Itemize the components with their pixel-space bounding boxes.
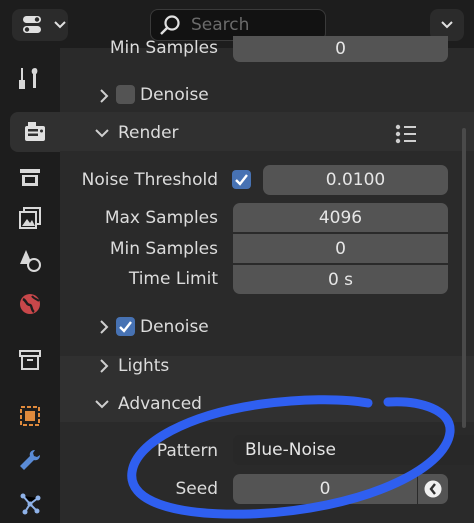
nodes-icon [20, 493, 41, 515]
min-samples-value: 0 [335, 238, 346, 259]
pattern-dropdown[interactable]: Blue-Noise [233, 435, 474, 465]
object-square-icon [20, 406, 40, 426]
min-samples-label: Min Samples [109, 239, 218, 259]
noise-threshold-label: Noise Threshold [81, 170, 218, 190]
seed-label: Seed [175, 479, 219, 499]
render-subpanel-title: Render [118, 123, 179, 143]
output-tab[interactable] [8, 156, 52, 196]
viewport-min-samples-value: 0 [335, 39, 346, 59]
image-stack-icon [19, 207, 41, 229]
chevron-down-icon [95, 129, 109, 138]
viewport-denoise-label: Denoise [140, 85, 209, 105]
seed-field[interactable]: 0 [233, 474, 417, 504]
world-tab[interactable] [8, 284, 52, 324]
search-icon [160, 15, 180, 35]
properties-editor-icon [23, 16, 41, 33]
viewport-min-samples-label: Min Samples [109, 38, 218, 58]
render-subpanel-header[interactable]: Render [60, 115, 474, 151]
advanced-subpanel-header[interactable]: Advanced [60, 386, 474, 422]
time-limit-field[interactable]: 0 s [233, 265, 448, 294]
render-tab[interactable] [10, 112, 60, 152]
chevron-right-icon[interactable] [98, 319, 110, 335]
max-samples-field[interactable]: 4096 [233, 203, 448, 232]
noise-threshold-field[interactable]: 0.0100 [263, 165, 448, 195]
viewport-min-samples-field[interactable]: 0 [233, 36, 448, 62]
render-denoise-checkbox[interactable] [116, 317, 135, 336]
chevron-down-icon [95, 400, 109, 409]
pattern-value: Blue-Noise [245, 440, 336, 460]
clock-icon [424, 480, 442, 498]
wrench-screwdriver-icon [19, 68, 38, 89]
collection-tab[interactable] [8, 340, 52, 380]
chevron-down-icon [54, 21, 66, 29]
list-presets-icon[interactable] [394, 123, 418, 145]
printer-icon [20, 169, 40, 186]
view-layer-tab[interactable] [8, 198, 52, 238]
modifier-tab[interactable] [8, 440, 52, 480]
render-properties-panel: Min Samples 0 Denoise Render Noise Thres… [60, 36, 474, 523]
tool-tab[interactable] [8, 58, 52, 98]
globe-icon [20, 294, 40, 314]
noise-threshold-value: 0.0100 [325, 170, 386, 190]
max-samples-value: 4096 [318, 207, 363, 228]
seed-time-toggle[interactable] [418, 474, 448, 504]
properties-tab-bar [0, 48, 60, 523]
seed-value: 0 [319, 479, 331, 499]
chevron-right-icon [100, 359, 109, 373]
scene-tab[interactable] [8, 240, 52, 280]
particles-tab[interactable] [8, 484, 52, 523]
min-samples-field[interactable]: 0 [233, 234, 448, 263]
camera-back-icon [25, 122, 45, 141]
noise-threshold-checkbox[interactable] [232, 170, 251, 189]
render-denoise-label: Denoise [140, 317, 209, 337]
wrench-icon [20, 450, 40, 470]
checkmark-icon [119, 321, 132, 333]
time-limit-label: Time Limit [128, 269, 218, 289]
advanced-subpanel-title: Advanced [118, 394, 202, 414]
editor-type-button[interactable] [12, 9, 68, 41]
checkmark-icon [235, 174, 248, 186]
lights-subpanel-title: Lights [118, 356, 170, 376]
chevron-down-icon [441, 21, 453, 29]
scrollbar-thumb[interactable] [462, 128, 466, 428]
lights-subpanel-header[interactable]: Lights [60, 348, 474, 384]
cone-sphere-icon [20, 250, 41, 272]
time-limit-value: 0 s [327, 269, 354, 290]
chevron-right-icon[interactable] [98, 88, 110, 104]
scrollbar[interactable] [462, 48, 466, 523]
max-samples-label: Max Samples [104, 208, 218, 228]
object-tab[interactable] [8, 396, 52, 436]
viewport-denoise-checkbox[interactable] [116, 85, 135, 104]
pattern-label: Pattern [156, 441, 218, 461]
search-placeholder: Search [191, 15, 250, 35]
box-icon [19, 350, 41, 370]
